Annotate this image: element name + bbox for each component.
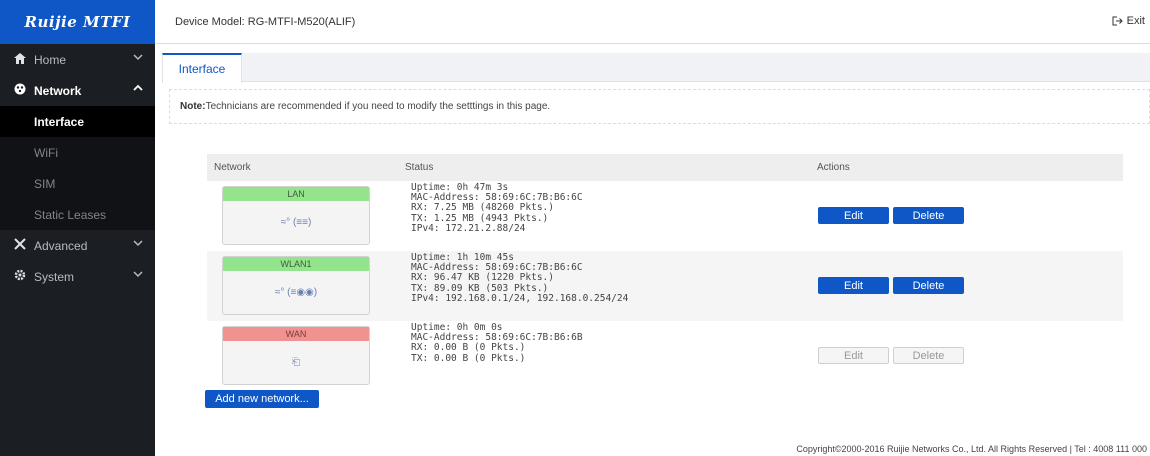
interface-port-icon: ≈° (≡≡) — [280, 217, 312, 228]
note-text: Technicians are recommended if you need … — [205, 101, 551, 112]
top-bar: Device Model: RG-MTFI-M520(ALIF) Exit — [155, 0, 1150, 44]
delete-button[interactable]: Delete — [893, 347, 964, 364]
column-header-actions: Actions — [817, 162, 850, 173]
footer-copyright: Copyright©2000-2016 Ruijie Networks Co.,… — [796, 444, 1147, 454]
interface-port-icon: ⎗ — [292, 357, 300, 368]
edit-button[interactable]: Edit — [818, 277, 889, 294]
note-prefix: Note: — [180, 101, 206, 112]
network-icon — [12, 83, 28, 98]
add-network-button[interactable]: Add new network... — [205, 390, 319, 408]
table-row: WLAN1 ≈° (≡◉◉) Uptime: 1h 10m 45s MAC-Ad… — [207, 251, 1123, 321]
sidebar: Ruijie MTFI Home Network Interface WiFi … — [0, 0, 155, 456]
delete-button[interactable]: Delete — [893, 207, 964, 224]
sidebar-item-static-leases[interactable]: Static Leases — [0, 199, 155, 230]
nav-item-home[interactable]: Home — [0, 44, 155, 75]
sidebar-item-sim[interactable]: SIM — [0, 168, 155, 199]
chevron-down-icon — [133, 240, 143, 247]
network-table: Network Status Actions LAN ≈° (≡≡) Uptim… — [207, 154, 1123, 391]
interface-card-wan: WAN ⎗ — [222, 326, 370, 385]
tab-interface[interactable]: Interface — [162, 53, 242, 83]
interface-name: WLAN1 — [223, 257, 369, 271]
nav-item-label: Network — [34, 83, 82, 98]
interface-name: WAN — [223, 327, 369, 341]
interface-name: LAN — [223, 187, 369, 201]
home-icon — [12, 52, 28, 67]
note-box: Note: Technicians are recommended if you … — [169, 89, 1150, 124]
nav-item-label: Advanced — [34, 238, 88, 253]
column-header-network: Network — [214, 162, 251, 173]
chevron-up-icon — [133, 84, 143, 91]
delete-button[interactable]: Delete — [893, 277, 964, 294]
edit-button[interactable]: Edit — [818, 207, 889, 224]
interface-status: Uptime: 1h 10m 45s MAC-Address: 58:69:6C… — [411, 252, 629, 304]
edit-button[interactable]: Edit — [818, 347, 889, 364]
interface-status: Uptime: 0h 47m 3s MAC-Address: 58:69:6C:… — [411, 182, 583, 234]
chevron-down-icon — [133, 54, 143, 61]
logout-icon — [1112, 16, 1123, 26]
sidebar-item-interface[interactable]: Interface — [0, 106, 155, 137]
table-row: WAN ⎗ Uptime: 0h 0m 0s MAC-Address: 58:6… — [207, 321, 1123, 391]
nav-item-advanced[interactable]: Advanced — [0, 230, 155, 261]
device-model: Device Model: RG-MTFI-M520(ALIF) — [175, 15, 356, 28]
nav-item-label: System — [34, 269, 75, 284]
table-row: LAN ≈° (≡≡) Uptime: 0h 47m 3s MAC-Addres… — [207, 181, 1123, 251]
nav-item-network[interactable]: Network — [0, 75, 155, 106]
interface-card-wlan1: WLAN1 ≈° (≡◉◉) — [222, 256, 370, 315]
brand-logo-bar: Ruijie MTFI — [0, 0, 155, 44]
sidebar-item-wifi[interactable]: WiFi — [0, 137, 155, 168]
brand-logo: Ruijie MTFI — [24, 13, 131, 31]
nav-item-label: Home — [34, 52, 67, 67]
status-ipv4: IPv4: 192.168.0.1/24, 192.168.0.254/24 — [411, 292, 629, 304]
exit-label: Exit — [1126, 15, 1145, 27]
gear-icon — [12, 269, 28, 284]
row-actions: Edit Delete — [818, 207, 964, 224]
row-actions: Edit Delete — [818, 347, 964, 364]
status-ipv4: IPv4: 172.21.2.88/24 — [411, 222, 526, 234]
interface-status: Uptime: 0h 0m 0s MAC-Address: 58:69:6C:7… — [411, 322, 583, 364]
interface-card-lan: LAN ≈° (≡≡) — [222, 186, 370, 245]
row-actions: Edit Delete — [818, 277, 964, 294]
network-submenu: Interface WiFi SIM Static Leases — [0, 106, 155, 230]
status-tx: TX: 0.00 B (0 Pkts.) — [411, 352, 526, 364]
tools-icon — [12, 238, 28, 253]
interface-port-icon: ≈° (≡◉◉) — [274, 287, 318, 298]
table-header: Network Status Actions — [207, 154, 1123, 181]
exit-button[interactable]: Exit — [1112, 15, 1145, 27]
nav-item-system[interactable]: System — [0, 261, 155, 292]
chevron-down-icon — [133, 271, 143, 278]
tab-strip: Interface — [162, 53, 1150, 83]
column-header-status: Status — [405, 162, 434, 173]
